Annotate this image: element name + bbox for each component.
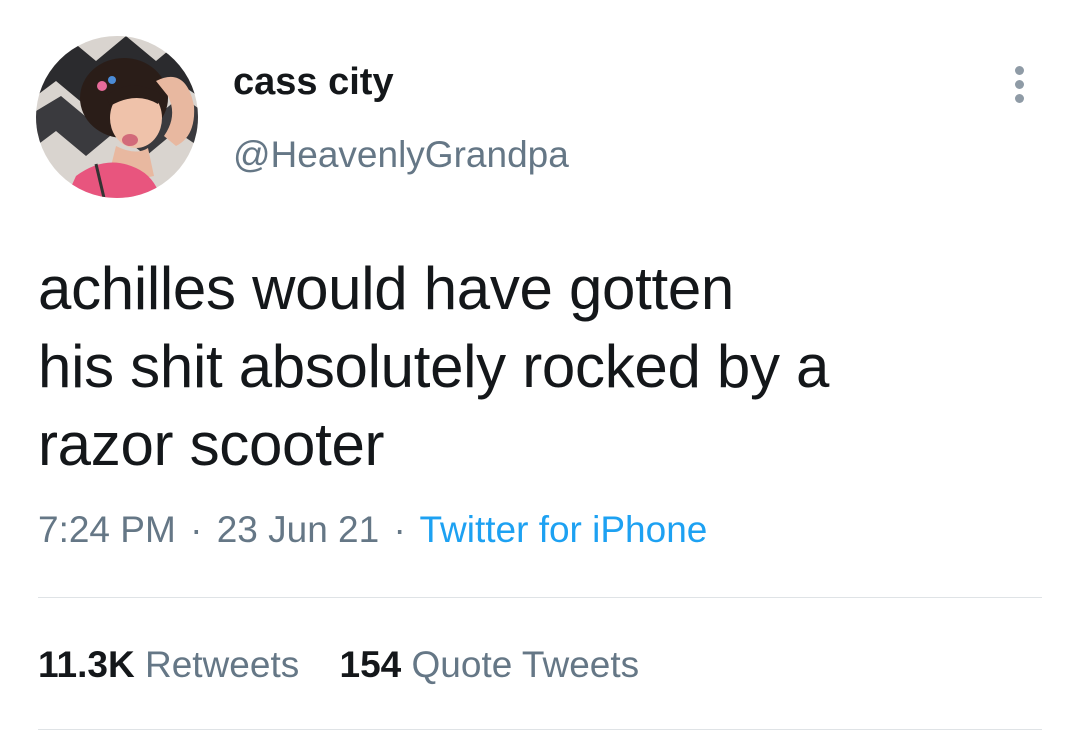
tweet-text: achilles would have gotten his shit abso… xyxy=(38,250,1038,484)
tweet-stats: 11.3K Retweets 154 Quote Tweets xyxy=(38,640,639,690)
separator-dot: · xyxy=(393,509,406,550)
tweet-metadata: 7:24 PM · 23 Jun 21 · Twitter for iPhone xyxy=(38,505,707,555)
separator-dot: · xyxy=(190,509,203,550)
display-name[interactable]: cass city xyxy=(233,58,394,106)
tweet-text-line: razor scooter xyxy=(38,411,385,478)
quote-tweets-label: Quote Tweets xyxy=(411,644,640,685)
divider xyxy=(38,729,1042,730)
quote-tweets-count: 154 xyxy=(339,644,402,685)
tweet-source-link[interactable]: Twitter for iPhone xyxy=(419,509,707,550)
retweets-count: 11.3K xyxy=(38,644,135,685)
tweet-date: 23 Jun 21 xyxy=(216,509,380,550)
tweet-text-line: his shit absolutely rocked by a xyxy=(38,333,830,400)
user-handle[interactable]: @HeavenlyGrandpa xyxy=(233,132,569,178)
more-vertical-icon[interactable] xyxy=(1002,62,1038,106)
profile-photo xyxy=(36,36,198,198)
tweet-card: cass city @HeavenlyGrandpa achilles woul… xyxy=(0,0,1080,731)
tweet-time: 7:24 PM xyxy=(38,509,176,550)
retweets-label: Retweets xyxy=(144,644,300,685)
quote-tweets-stat[interactable]: 154 Quote Tweets xyxy=(340,640,640,690)
retweets-stat[interactable]: 11.3K Retweets xyxy=(38,640,299,690)
divider xyxy=(38,597,1042,598)
avatar[interactable] xyxy=(36,36,198,198)
tweet-text-line: achilles would have gotten xyxy=(38,255,734,322)
